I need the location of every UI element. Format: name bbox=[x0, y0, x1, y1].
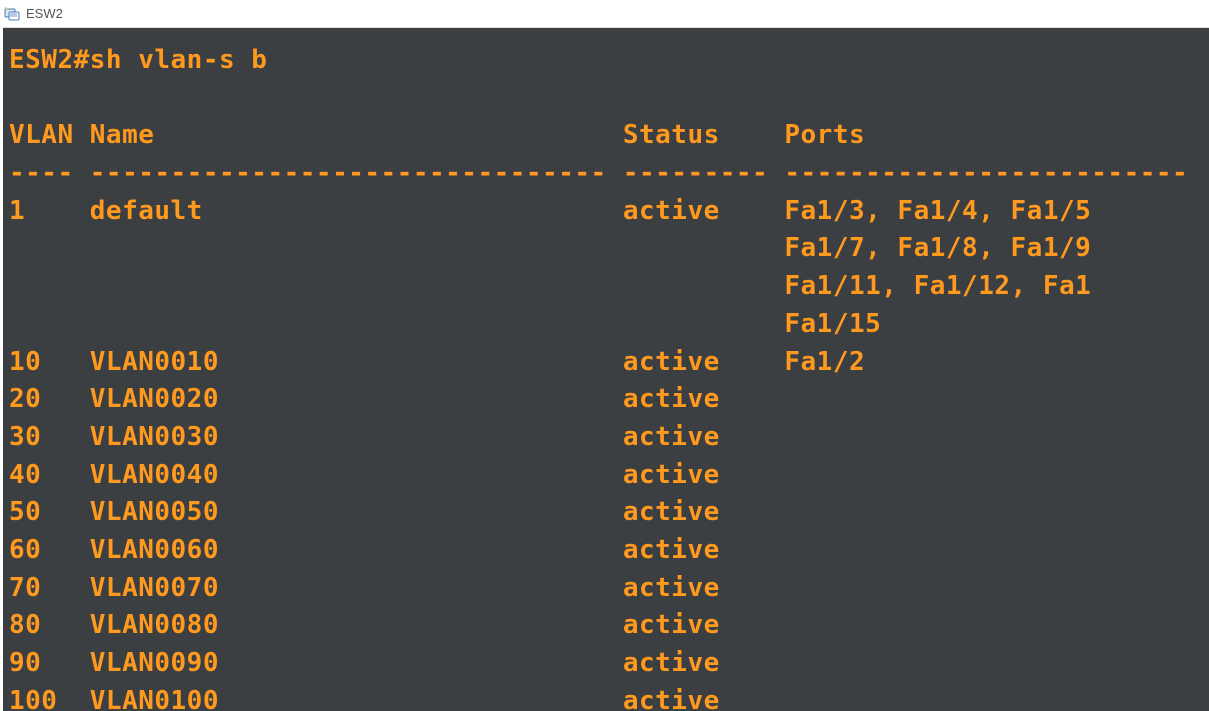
putty-window: ESW2 ESW2#sh vlan-s b VLAN Name Status P… bbox=[0, 0, 1209, 711]
window-title: ESW2 bbox=[26, 6, 63, 21]
titlebar[interactable]: ESW2 bbox=[0, 0, 1209, 28]
terminal-output: ESW2#sh vlan-s b VLAN Name Status Ports … bbox=[9, 42, 1209, 711]
putty-icon bbox=[4, 6, 20, 22]
terminal[interactable]: ESW2#sh vlan-s b VLAN Name Status Ports … bbox=[3, 28, 1209, 711]
